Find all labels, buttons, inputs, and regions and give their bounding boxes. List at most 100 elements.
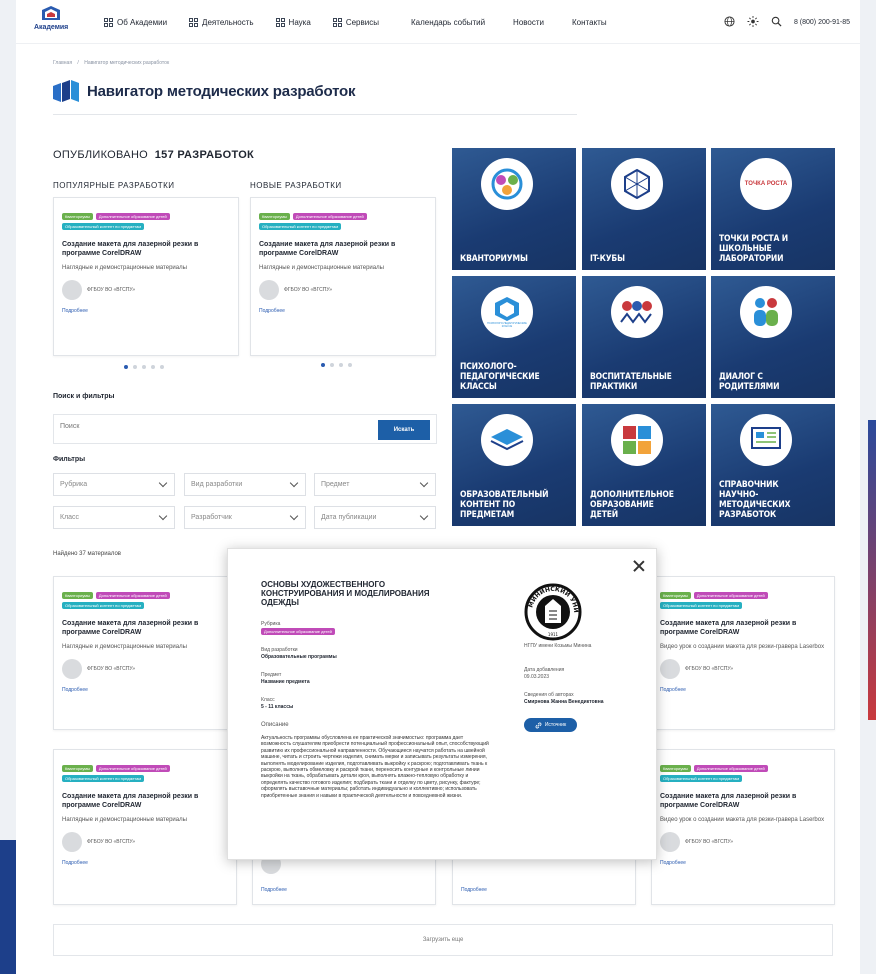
tag[interactable]: Кванториумы — [259, 213, 290, 220]
tile-handbook[interactable]: Справочник научно-методических разработо… — [711, 404, 835, 526]
tag[interactable]: Кванториумы — [660, 592, 691, 599]
tag[interactable]: Дополнительное образование детей — [95, 592, 170, 599]
more-link[interactable]: Подробнее — [261, 887, 287, 893]
pagination-dot[interactable] — [133, 365, 137, 369]
more-link[interactable]: Подробнее — [62, 308, 230, 314]
more-link[interactable]: Подробнее — [62, 687, 228, 693]
tile-vospitanie[interactable]: Воспитательные практики — [582, 276, 706, 398]
more-link[interactable]: Подробнее — [660, 687, 826, 693]
filter-developer[interactable]: Разработчик — [184, 506, 306, 529]
tag[interactable]: Дополнительное образование детей — [292, 213, 367, 220]
tile-tochka-rosta[interactable]: ТОЧКА РОСТА Точки роста и школьные лабор… — [711, 148, 835, 270]
academy-logo[interactable]: Академия — [34, 6, 68, 38]
avatar — [62, 832, 82, 852]
tag[interactable]: Кванториумы — [62, 765, 93, 772]
load-more-button[interactable]: Загрузить еще — [53, 924, 833, 956]
popular-card[interactable]: Кванториумы Дополнительное образование д… — [53, 197, 239, 356]
nav-calendar[interactable]: Календарь событий — [411, 18, 485, 27]
tag[interactable]: Образовательный контент по предметам — [259, 223, 342, 230]
result-card[interactable]: Кванториумы Дополнительное образование де… — [651, 576, 835, 730]
type-value: Образовательные программы — [261, 654, 337, 660]
tag[interactable]: Дополнительное образование детей — [693, 765, 768, 772]
more-link[interactable]: Подробнее — [62, 860, 228, 866]
pagination-dot[interactable] — [124, 365, 128, 369]
more-link[interactable]: Подробнее — [259, 308, 427, 314]
filter-class[interactable]: Класс — [53, 506, 175, 529]
new-card[interactable]: Кванториумы Дополнительное образование д… — [250, 197, 436, 356]
filter-rubric[interactable]: Рубрика — [53, 473, 175, 496]
filter-subject[interactable]: Предмет — [314, 473, 436, 496]
tag[interactable]: Дополнительное образование детей — [693, 592, 768, 599]
search-icon[interactable] — [771, 16, 782, 29]
nav-science[interactable]: Наука — [275, 17, 311, 27]
nav-contacts[interactable]: Контакты — [572, 18, 607, 27]
search-button[interactable]: Искать — [378, 420, 430, 440]
logo-text: Академия — [34, 24, 69, 31]
title-divider — [53, 114, 577, 115]
tag[interactable]: Дополнительное образование детей — [95, 765, 170, 772]
published-count: ОПУБЛИКОВАНО 157 РАЗРАБОТОК — [53, 149, 255, 161]
card-org: ФГБОУ ВО «ВГСПУ» — [660, 659, 826, 679]
tag[interactable]: Образовательный контент по предметам — [660, 775, 743, 782]
content-logo-icon — [481, 414, 533, 466]
tile-content[interactable]: Образовательный контент по предметам — [452, 404, 576, 526]
nav-news[interactable]: Новости — [513, 18, 544, 27]
page: Академия Об Академии Деятельность Наука … — [16, 0, 860, 974]
more-link[interactable]: Подробнее — [660, 860, 826, 866]
filter-date[interactable]: Дата публикации — [314, 506, 436, 529]
org-name: НГПУ имени Козьмы Минина — [524, 643, 592, 649]
result-card[interactable]: Кванториумы Дополнительное образование де… — [53, 749, 237, 905]
search-heading: Поиск и фильтры — [53, 393, 115, 400]
globe-icon[interactable] — [724, 15, 735, 29]
card-org: ФГБОУ ВО «ВГСПУ» — [62, 832, 228, 852]
source-button[interactable]: Источник — [524, 718, 577, 732]
tile-dop-education[interactable]: Дополнительное образование детей — [582, 404, 706, 526]
accessibility-eye-icon[interactable] — [747, 15, 759, 29]
breadcrumb-home[interactable]: Главная — [53, 60, 72, 66]
card-title[interactable]: Создание макета для лазерной резки в про… — [259, 240, 427, 258]
phone-number[interactable]: 8 (800) 200-91-85 — [794, 19, 850, 26]
rubric-tag[interactable]: Дополнительное образование детей — [261, 628, 335, 635]
search-input[interactable] — [60, 423, 360, 430]
pagination-dot[interactable] — [160, 365, 164, 369]
pagination-dot[interactable] — [348, 363, 352, 367]
author-value: Смирнова Жанна Венедиктовна — [524, 699, 604, 705]
card-org: ФГБОУ ВО «ВГСПУ» — [259, 280, 427, 300]
tag[interactable]: Образовательный контент по предметам — [660, 602, 743, 609]
tag[interactable]: Образовательный контент по предметам — [62, 602, 145, 609]
result-card[interactable]: Кванториумы Дополнительное образование де… — [651, 749, 835, 905]
result-card[interactable]: Кванториумы Дополнительное образование де… — [53, 576, 237, 730]
tag[interactable]: Кванториумы — [62, 592, 93, 599]
more-link[interactable]: Подробнее — [461, 887, 487, 893]
tile-parents[interactable]: Диалог с родителями — [711, 276, 835, 398]
card-title[interactable]: Создание макета для лазерной резки в про… — [660, 792, 826, 810]
pagination-dot[interactable] — [142, 365, 146, 369]
card-title[interactable]: Создание макета для лазерной резки в про… — [660, 619, 826, 637]
pagination-dot[interactable] — [339, 363, 343, 367]
nav-services[interactable]: Сервисы — [332, 17, 379, 27]
header-tools: 8 (800) 200-91-85 — [724, 0, 850, 44]
pagination-dot[interactable] — [151, 365, 155, 369]
breadcrumb: Главная / Навигатор методических разрабо… — [53, 60, 170, 66]
pagination-dot[interactable] — [330, 363, 334, 367]
tile-it-cube[interactable]: IT-кубы — [582, 148, 706, 270]
pagination-dot[interactable] — [321, 363, 325, 367]
nav-activity[interactable]: Деятельность — [189, 17, 254, 27]
tag[interactable]: Кванториумы — [660, 765, 691, 772]
card-title[interactable]: Создание макета для лазерной резки в про… — [62, 240, 230, 258]
tag[interactable]: Кванториумы — [62, 213, 93, 220]
tile-kvantorium[interactable]: Кванториумы — [452, 148, 576, 270]
close-icon[interactable] — [632, 559, 646, 573]
tag[interactable]: Образовательный контент по предметам — [62, 775, 145, 782]
tochka-rosta-logo-icon: ТОЧКА РОСТА — [740, 158, 792, 210]
university-seal-icon: МИНИНСКИЙ УНИВЕРСИТЕТ 1911 — [524, 583, 582, 641]
filter-type[interactable]: Вид разработки — [184, 473, 306, 496]
practices-logo-icon — [611, 286, 663, 338]
card-title[interactable]: Создание макета для лазерной резки в про… — [62, 792, 228, 810]
popular-pagination — [124, 365, 164, 369]
tag[interactable]: Дополнительное образование детей — [95, 213, 170, 220]
nav-about[interactable]: Об Академии — [104, 17, 167, 27]
tile-ppk[interactable]: ПСИХОЛОГО-ПЕДАГОГИЧЕСКИЕ КЛАССЫ Психолог… — [452, 276, 576, 398]
tag[interactable]: Образовательный контент по предметам — [62, 223, 145, 230]
card-title[interactable]: Создание макета для лазерной резки в про… — [62, 619, 228, 637]
